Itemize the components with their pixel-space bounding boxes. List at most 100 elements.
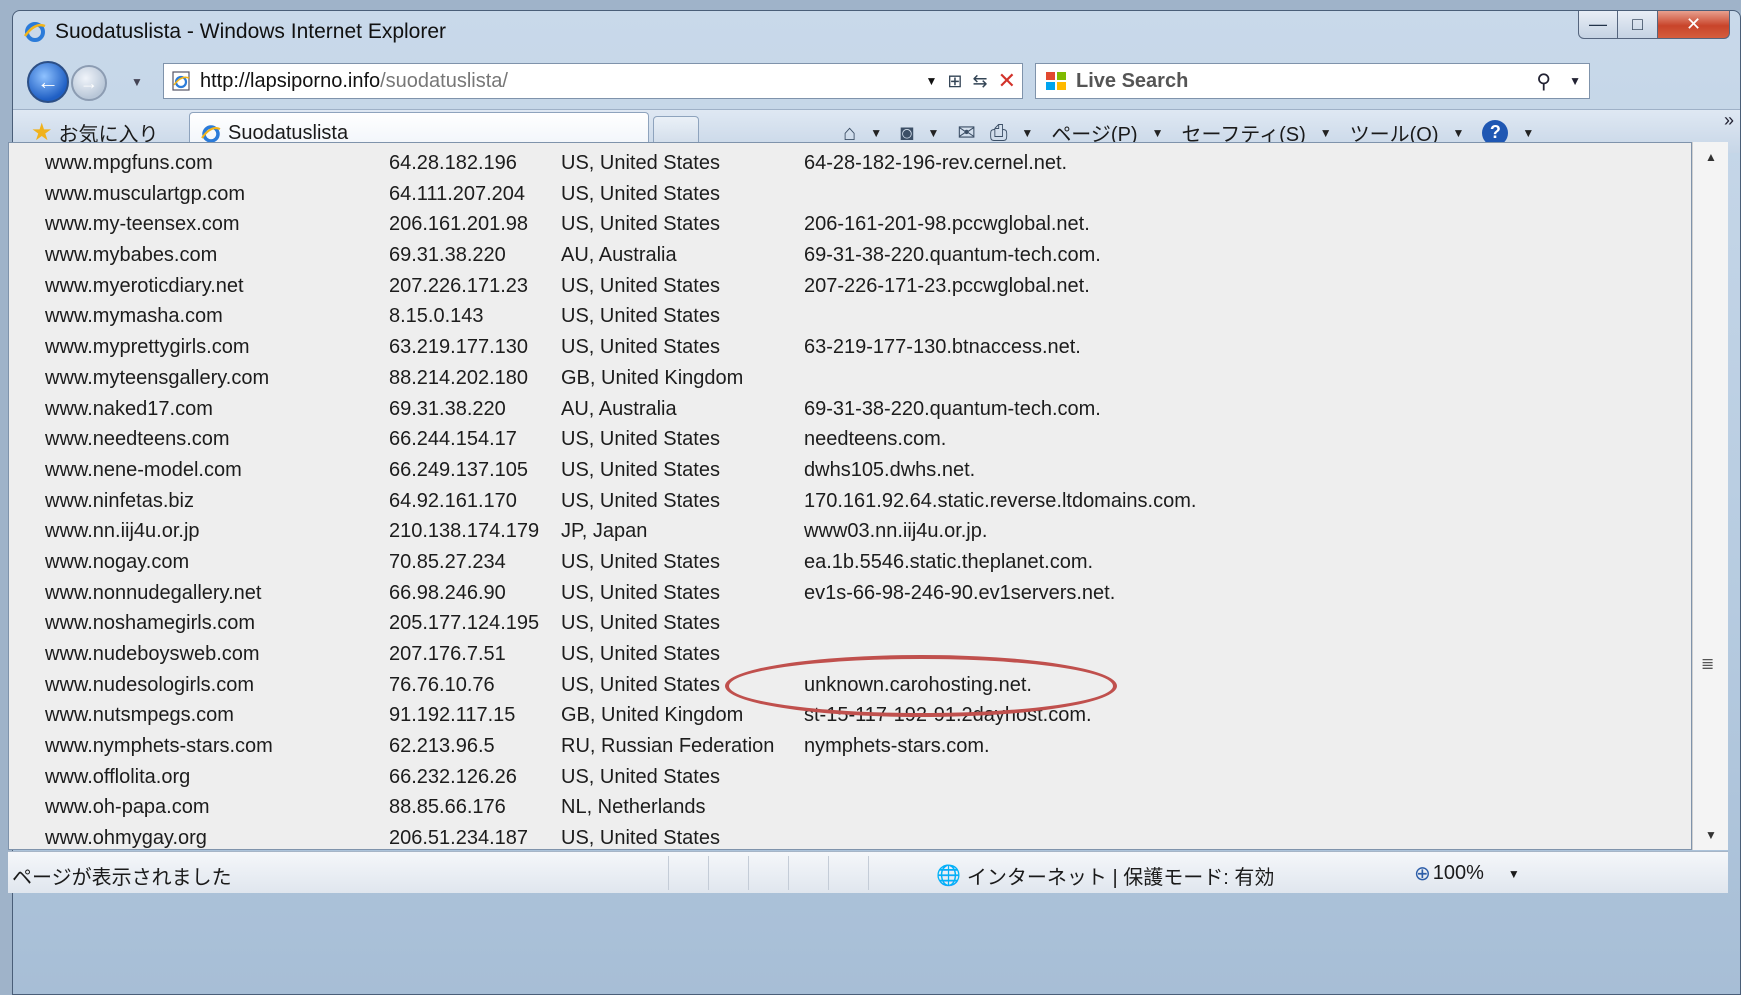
domain-cell: www.naked17.com (45, 397, 213, 420)
ip-cell: 66.232.126.26 (389, 765, 517, 788)
history-dropdown-icon[interactable]: ▼ (131, 75, 143, 89)
hostname-cell: www03.nn.iij4u.or.jp. (804, 520, 988, 543)
refresh-icon[interactable]: ⇆ (972, 71, 987, 92)
hostname-cell: dwhs105.dwhs.net. (804, 458, 976, 481)
zoom-level: 100% (1432, 862, 1484, 884)
table-row: www.mybabes.com 69.31.38.220 AU, Australia… (9, 240, 1691, 271)
ip-cell: 64.111.207.204 (389, 182, 526, 205)
globe-icon: 🌐 (936, 865, 961, 887)
table-row: www.nudesologirls.com 76.76.10.76 US, Unit… (9, 670, 1691, 701)
page-icon (172, 71, 190, 91)
country-cell: US, United States (561, 305, 720, 328)
zoom-icon: ⊕ (1414, 863, 1431, 885)
country-cell: US, United States (561, 152, 720, 174)
search-dropdown-icon[interactable]: ▼ (1569, 74, 1581, 88)
address-url[interactable]: http://lapsiporno.info/suodatuslista/ (200, 70, 508, 93)
scroll-down-arrow-icon[interactable]: ▼ (1705, 828, 1717, 842)
country-cell: US, United States (561, 550, 720, 573)
hostname-cell: 63-219-177-130.btnaccess.net. (804, 336, 1081, 359)
country-cell: JP, Japan (561, 520, 648, 543)
zoom-control[interactable]: ⊕ 100% ▼ (1414, 861, 1520, 886)
domain-cell: www.nonnudegallery.net (45, 581, 262, 604)
url-domain: http://lapsiporno.info (200, 69, 381, 92)
table-row: www.myprettygirls.com 63.219.177.130 US, U… (9, 332, 1691, 363)
close-button[interactable]: ✕ (1658, 11, 1730, 39)
tools-menu-dropdown-icon[interactable]: ▼ (1453, 126, 1465, 140)
address-tools: ▼ ⊞ ⇆ ✕ (915, 64, 1016, 98)
ip-cell: 210.138.174.179 (389, 520, 540, 543)
domain-cell: www.myteensgallery.com (45, 366, 270, 389)
home-dropdown-icon[interactable]: ▼ (870, 126, 882, 140)
scroll-thumb-grip-icon[interactable]: ≣ (1701, 654, 1714, 674)
window-title: Suodatuslista - Windows Internet Explore… (55, 20, 447, 43)
more-commands-chevron-icon[interactable]: » (1724, 110, 1734, 131)
table-row: www.myeroticdiary.net 207.226.171.23 US, U… (9, 271, 1691, 302)
hostname-cell: nymphets-stars.com. (804, 735, 990, 758)
title-bar: Suodatuslista - Windows Internet Explore… (13, 11, 1740, 53)
domain-cell: www.mybabes.com (45, 244, 218, 267)
table-row: www.nene-model.com 66.249.137.105 US, Unit… (9, 455, 1691, 486)
address-dropdown-icon[interactable]: ▼ (925, 74, 937, 88)
safety-menu-dropdown-icon[interactable]: ▼ (1320, 126, 1332, 140)
help-dropdown-icon[interactable]: ▼ (1522, 126, 1534, 140)
rss-icon[interactable]: ⊞ (947, 71, 962, 92)
ip-cell: 69.31.38.220 (389, 397, 506, 420)
search-icon[interactable]: ⚲ (1536, 69, 1551, 94)
forward-icon: → (80, 72, 98, 93)
feeds-dropdown-icon[interactable]: ▼ (927, 126, 939, 140)
table-row: www.oh-papa.com 88.85.66.176 NL, Netherlan… (9, 792, 1691, 823)
table-row: www.musculartgp.com 64.111.207.204 US, Uni… (9, 179, 1691, 210)
hostname-cell: 206-161-201-98.pccwglobal.net. (804, 213, 1090, 236)
table-row: www.nymphets-stars.com 62.213.96.5 RU, Rus… (9, 731, 1691, 762)
ip-cell: 207.176.7.51 (389, 643, 506, 665)
hostname-cell: 69-31-38-220.quantum-tech.com. (804, 244, 1101, 267)
hostname-cell: needteens.com. (804, 428, 947, 451)
back-icon: ← (37, 69, 59, 94)
table-row: www.mpgfuns.com 64.28.182.196 US, United S… (9, 148, 1691, 179)
stop-icon[interactable]: ✕ (998, 68, 1016, 94)
country-cell: US, United States (561, 489, 720, 512)
table-row: www.ohmygay.org 206.51.234.187 US, United … (9, 823, 1691, 850)
domain-cell: www.noshamegirls.com (45, 612, 256, 635)
country-cell: US, United States (561, 274, 720, 297)
ip-cell: 206.51.234.187 (389, 827, 529, 850)
country-cell: AU, Australia (561, 244, 677, 267)
search-input[interactable]: Live Search (1076, 70, 1188, 93)
country-cell: US, United States (561, 336, 720, 359)
ip-cell: 91.192.117.15 (389, 704, 516, 727)
forward-button[interactable]: → (71, 65, 107, 101)
table-row: www.offlolita.org 66.232.126.26 US, United… (9, 762, 1691, 793)
print-dropdown-icon[interactable]: ▼ (1021, 126, 1033, 140)
ip-cell: 66.98.246.90 (389, 581, 506, 604)
country-cell: US, United States (561, 827, 720, 850)
ip-cell: 207.226.171.23 (389, 274, 529, 297)
status-text: ページが表示されました (12, 867, 232, 889)
page-menu-dropdown-icon[interactable]: ▼ (1152, 126, 1164, 140)
page-content: www.mpgfuns.com 64.28.182.196 US, United S… (8, 142, 1692, 850)
country-cell: US, United States (561, 581, 720, 604)
vertical-scrollbar[interactable]: ▲ ≣ ▼ (1692, 142, 1728, 850)
address-bar[interactable]: http://lapsiporno.info/suodatuslista/ ▼ … (163, 63, 1023, 99)
maximize-button[interactable]: □ (1618, 11, 1658, 39)
scroll-up-arrow-icon[interactable]: ▲ (1705, 150, 1717, 164)
back-button[interactable]: ← (27, 61, 69, 103)
status-separators (668, 856, 908, 890)
table-row: www.nutsmpegs.com 91.192.117.15 GB, United… (9, 700, 1691, 731)
country-cell: US, United States (561, 428, 720, 451)
zoom-dropdown-icon[interactable]: ▼ (1508, 867, 1520, 881)
table-row: www.my-teensex.com 206.161.201.98 US, Unit… (9, 209, 1691, 240)
search-box[interactable]: Live Search ⚲ ▼ (1035, 63, 1590, 99)
domain-cell: www.needteens.com (45, 428, 230, 451)
ip-cell: 206.161.201.98 (389, 213, 529, 236)
domain-cell: www.nymphets-stars.com (45, 735, 273, 758)
country-cell: US, United States (561, 765, 720, 788)
domain-cell: www.myprettygirls.com (45, 336, 250, 359)
ip-cell: 64.92.161.170 (389, 489, 517, 512)
table-row: www.myteensgallery.com 88.214.202.180 GB, … (9, 363, 1691, 394)
minimize-button[interactable]: — (1578, 11, 1618, 39)
ip-cell: 8.15.0.143 (389, 305, 484, 328)
security-zone[interactable]: 🌐 インターネット | 保護モード: 有効 (936, 861, 1274, 890)
domain-cell: www.mpgfuns.com (45, 152, 213, 174)
hostname-cell: ev1s-66-98-246-90.ev1servers.net. (804, 581, 1116, 604)
domain-cell: www.musculartgp.com (45, 182, 246, 205)
